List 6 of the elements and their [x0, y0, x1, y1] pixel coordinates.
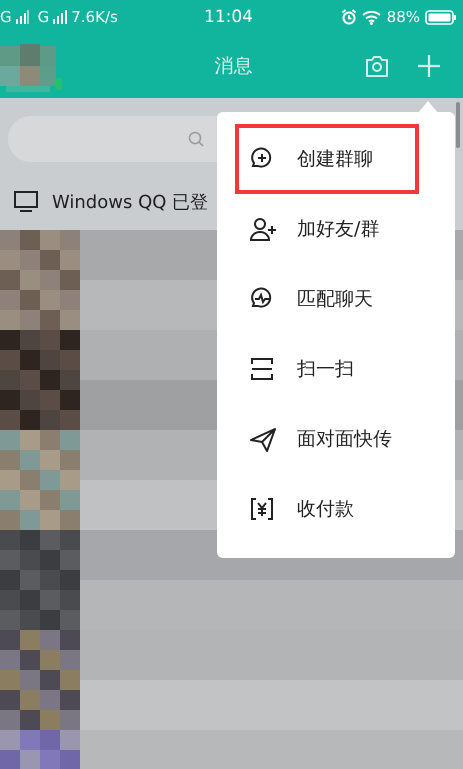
network-label: G	[38, 8, 50, 26]
battery-percent: 88%	[386, 8, 420, 26]
network-speed: 7.6K/s	[71, 8, 118, 26]
page-title: 消息	[214, 54, 254, 79]
clock-time: 11:04	[204, 7, 253, 27]
network-label: G	[0, 8, 12, 26]
